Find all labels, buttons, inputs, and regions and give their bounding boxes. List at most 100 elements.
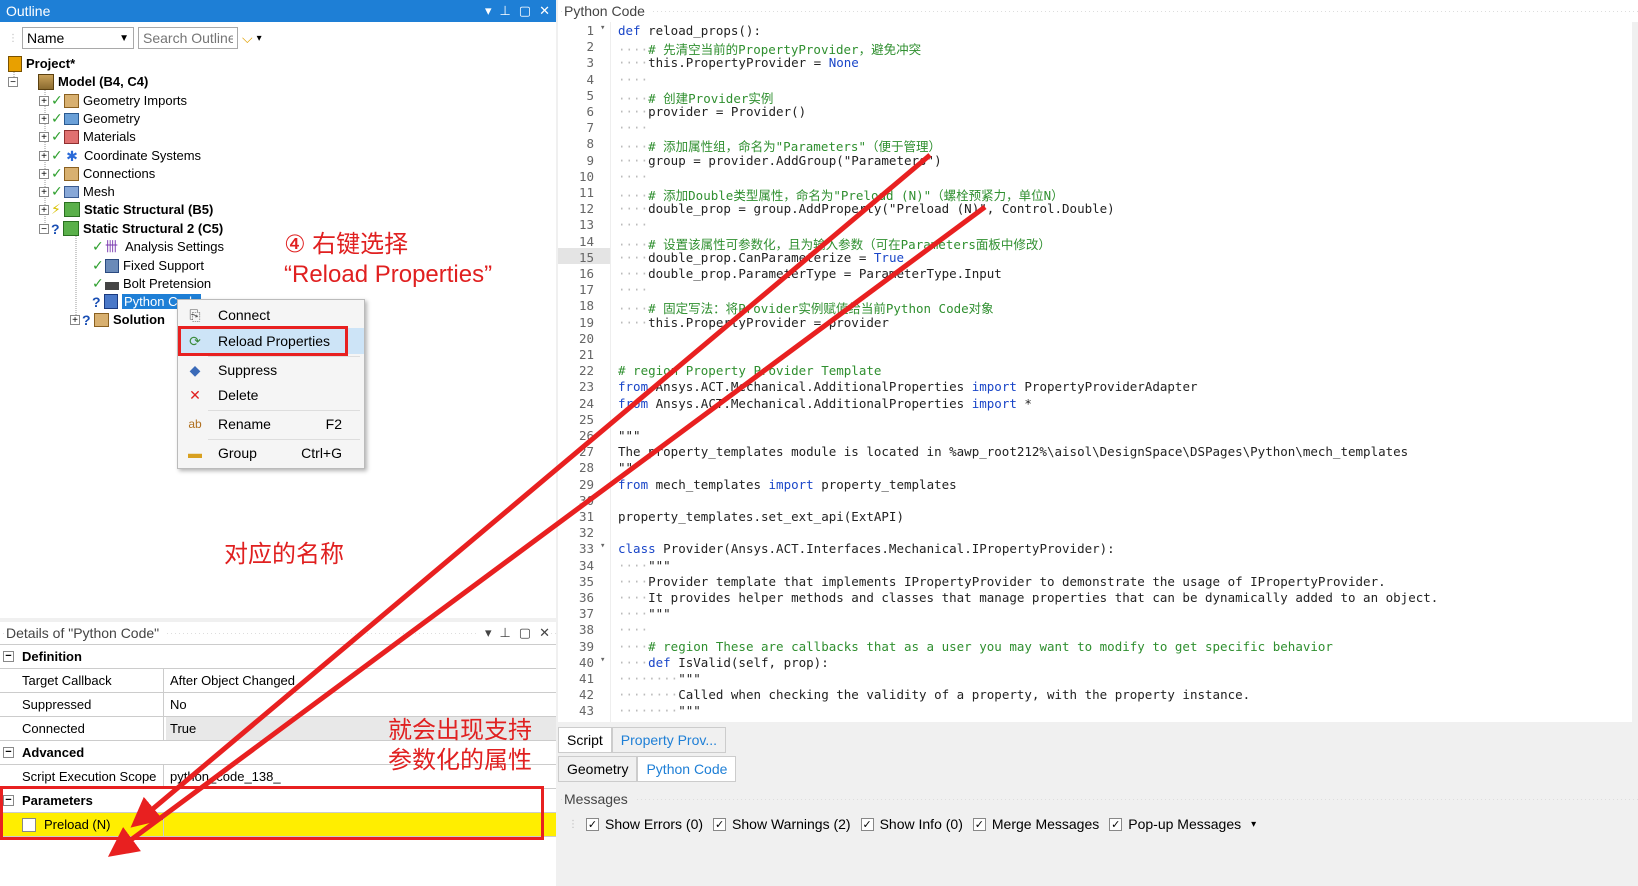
code-line[interactable]: 12 ····double_prop = group.AddProperty("P…: [558, 201, 1115, 217]
code-line[interactable]: 30: [558, 493, 618, 509]
expand-icon[interactable]: +: [39, 204, 49, 215]
code-line[interactable]: 39 ····# region These are callbacks that …: [558, 639, 1333, 655]
code-line[interactable]: 3 ····this.PropertyProvider = None: [558, 55, 858, 71]
tree-node-geometry[interactable]: + ✓ Geometry: [39, 109, 140, 128]
code-line[interactable]: 43 ········""": [558, 703, 701, 719]
category-definition[interactable]: − Definition: [0, 645, 556, 669]
code-line[interactable]: 11 ····# 添加Double类型属性，命名为"Preload (N)"（螺栓…: [558, 185, 1064, 203]
code-line[interactable]: 21: [558, 347, 618, 363]
code-line[interactable]: 22 # region Property Provider Template: [558, 363, 881, 379]
dropdown-icon[interactable]: ▾: [485, 3, 492, 19]
maximize-icon[interactable]: ▢: [519, 625, 531, 641]
search-input[interactable]: [138, 27, 238, 49]
show-warnings-checkbox[interactable]: ✓: [713, 817, 727, 831]
code-line[interactable]: 2 ····# 先清空当前的PropertyProvider，避免冲突: [558, 39, 921, 57]
code-line[interactable]: 32: [558, 525, 618, 541]
code-line[interactable]: 20: [558, 331, 618, 347]
tree-node-solution[interactable]: + ? Solution: [70, 310, 165, 329]
code-line[interactable]: 15 ····double_prop.CanParameterize = True: [558, 250, 904, 266]
collapse-icon[interactable]: −: [3, 651, 14, 662]
code-line[interactable]: 29 from mech_templates import property_te…: [558, 477, 957, 493]
expand-icon[interactable]: +: [39, 131, 49, 142]
prop-target-callback[interactable]: Target Callback After Object Changed: [0, 669, 556, 693]
expand-icon[interactable]: +: [39, 113, 49, 124]
expand-icon[interactable]: +: [39, 150, 49, 161]
expand-icon[interactable]: +: [39, 95, 49, 106]
tree-node-project[interactable]: Project*: [8, 54, 75, 73]
menu-item-delete[interactable]: ✕ Delete: [178, 382, 364, 408]
tree-node-connections[interactable]: + ✓ Connections: [39, 164, 155, 183]
name-combo[interactable]: Name ▼: [22, 27, 134, 49]
tree-node-bolt-pretension[interactable]: ✓ Bolt Pretension: [92, 274, 211, 293]
expand-icon[interactable]: +: [39, 168, 49, 179]
menu-item-suppress[interactable]: ◆ Suppress: [178, 357, 364, 383]
code-line[interactable]: 8 ····# 添加属性组，命名为"Parameters"（便于管理）: [558, 136, 941, 154]
code-line[interactable]: 42 ········Called when checking the valid…: [558, 687, 1250, 703]
code-line[interactable]: 17 ····: [558, 282, 648, 298]
tree-node-mesh[interactable]: + ✓ Mesh: [39, 182, 115, 201]
collapse-icon[interactable]: −: [39, 223, 49, 234]
code-line[interactable]: 23 from Ansys.ACT.Mechanical.AdditionalPr…: [558, 379, 1198, 395]
tree-node-static-structural-c5[interactable]: − ? Static Structural 2 (C5): [39, 219, 223, 238]
prop-suppressed[interactable]: Suppressed No: [0, 693, 556, 717]
dropdown-icon[interactable]: ▾: [485, 625, 492, 641]
code-line[interactable]: 33 ▾ class Provider(Ansys.ACT.Interfaces.M…: [558, 541, 1115, 557]
merge-messages-checkbox[interactable]: ✓: [972, 817, 986, 831]
tree-node-fixed-support[interactable]: ✓ Fixed Support: [92, 256, 204, 275]
tree-node-coordinate-systems[interactable]: + ✓ ✱ Coordinate Systems: [39, 146, 201, 165]
collapse-icon[interactable]: −: [3, 747, 14, 758]
tab-property-provider[interactable]: Property Prov...: [611, 727, 727, 753]
fold-arrow-icon[interactable]: ▾: [600, 541, 610, 557]
code-line[interactable]: 7 ····: [558, 120, 648, 136]
details-window-controls[interactable]: ▾ ⊥ ▢ ✕: [478, 622, 550, 644]
show-warnings-option[interactable]: ✓ Show Warnings (2): [713, 816, 851, 832]
tab-python-code[interactable]: Python Code: [637, 756, 737, 782]
code-line[interactable]: 40 ▾ ····def IsValid(self, prop):: [558, 655, 829, 671]
show-errors-checkbox[interactable]: ✓: [586, 817, 599, 831]
tree-node-static-structural-b5[interactable]: + ⚡ Static Structural (B5): [39, 200, 213, 219]
code-line[interactable]: 13 ····: [558, 217, 648, 233]
tree-node-analysis-settings[interactable]: ✓ 卌 Analysis Settings: [92, 237, 224, 256]
pin-icon[interactable]: ⊥: [499, 625, 510, 641]
show-info-option[interactable]: ✓ Show Info (0): [860, 816, 963, 832]
code-line[interactable]: 26 """: [558, 428, 641, 444]
code-line[interactable]: 16 ····double_prop.ParameterType = Parame…: [558, 266, 1002, 282]
filter-dropdown-icon[interactable]: ⌵: [242, 30, 253, 47]
code-line[interactable]: 18 ····# 固定写法：将Provider实例赋值给当前Python Code…: [558, 298, 994, 316]
code-line[interactable]: 1 ▾ def reload_props():: [558, 23, 761, 39]
code-line[interactable]: 28 """: [558, 460, 641, 476]
code-line[interactable]: 36 ····It provides helper methods and cla…: [558, 590, 1438, 606]
code-line[interactable]: 19 ····this.PropertyProvider = provider: [558, 315, 889, 331]
code-line[interactable]: 37 ····""": [558, 606, 671, 622]
collapse-icon[interactable]: −: [8, 76, 18, 87]
popup-messages-option[interactable]: ✓ Pop-up Messages: [1109, 816, 1241, 832]
expand-icon[interactable]: +: [70, 314, 80, 325]
close-icon[interactable]: ✕: [539, 625, 550, 641]
close-icon[interactable]: ✕: [539, 3, 550, 19]
popup-messages-checkbox[interactable]: ✓: [1109, 817, 1123, 831]
vertical-scrollbar[interactable]: [1632, 22, 1638, 722]
more-icon[interactable]: ▾: [257, 33, 262, 44]
code-line[interactable]: 10 ····: [558, 169, 648, 185]
prop-value[interactable]: No: [166, 693, 556, 716]
fold-arrow-icon[interactable]: ▾: [600, 655, 610, 671]
code-editor[interactable]: 1 ▾ def reload_props(): 2 ····# 先清空当前的Proper…: [558, 22, 1638, 722]
code-line[interactable]: 38 ····: [558, 622, 648, 638]
code-line[interactable]: 35 ····Provider template that implements …: [558, 574, 1386, 590]
code-line[interactable]: 5 ····# 创建Provider实例: [558, 88, 773, 106]
code-line[interactable]: 41 ········""": [558, 671, 701, 687]
code-line[interactable]: 6 ····provider = Provider(): [558, 104, 806, 120]
fold-arrow-icon[interactable]: ▾: [600, 23, 610, 39]
outline-window-controls[interactable]: ▾ ⊥ ▢ ✕: [485, 0, 550, 22]
tree-node-model[interactable]: − Model (B4, C4): [8, 72, 148, 91]
code-line[interactable]: 4 ····: [558, 72, 648, 88]
expand-icon[interactable]: +: [39, 186, 49, 197]
prop-value[interactable]: After Object Changed: [166, 669, 556, 692]
pin-icon[interactable]: ⊥: [499, 3, 510, 19]
code-line[interactable]: 9 ····group = provider.AddGroup("Paramete…: [558, 153, 941, 169]
menu-item-group[interactable]: ▬ Group Ctrl+G: [178, 440, 364, 466]
merge-messages-option[interactable]: ✓ Merge Messages: [972, 816, 1099, 832]
code-line[interactable]: 25: [558, 412, 618, 428]
code-line[interactable]: 24 from Ansys.ACT.Mechanical.AdditionalPr…: [558, 396, 1032, 412]
tab-script[interactable]: Script: [558, 727, 612, 753]
